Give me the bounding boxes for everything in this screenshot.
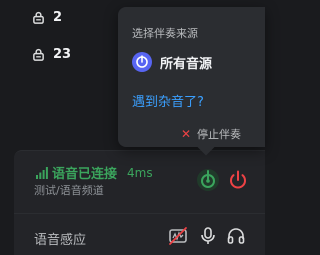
channel-path: 测试/语音频道 [34, 184, 104, 197]
list-item[interactable]: 23 [32, 47, 71, 62]
audio-source-icon [132, 52, 152, 72]
item-count: 2 [53, 10, 63, 25]
headphones-icon [227, 228, 245, 244]
microphone-icon [201, 227, 215, 244]
noise-help-link[interactable]: 遇到杂音了? [132, 91, 204, 110]
signal-icon [36, 166, 48, 179]
accompaniment-icon [197, 169, 219, 191]
microphone-toggle[interactable] [197, 225, 219, 247]
power-icon [230, 170, 246, 189]
stop-accompaniment-label: 停止伴奏 [197, 128, 241, 141]
list-item[interactable]: 2 [32, 10, 62, 25]
source-option-label: 所有音源 [160, 56, 213, 72]
connection-status-text: 语音已连接 [52, 167, 118, 182]
voice-panel: 语音已连接 4ms 测试/语音频道 语音感应 [14, 150, 265, 255]
disconnect-button[interactable] [225, 167, 251, 193]
ping-value: 4ms [127, 165, 153, 180]
accompaniment-source-popup: 选择伴奏来源 所有音源 遇到杂音了? ✕ 停止伴奏 [118, 7, 265, 147]
voice-connection-status: 语音已连接 4ms [36, 163, 153, 182]
divider [14, 213, 265, 214]
lock-icon [33, 11, 44, 24]
lock-icon [33, 48, 44, 61]
stop-accompaniment-button[interactable]: ✕ 停止伴奏 [181, 126, 241, 142]
popup-title: 选择伴奏来源 [132, 27, 198, 40]
headphones-toggle[interactable] [225, 225, 247, 247]
close-icon: ✕ [180, 127, 191, 141]
item-count: 23 [53, 47, 72, 62]
accompaniment-button[interactable] [195, 167, 221, 193]
source-option-all[interactable]: 所有音源 [132, 52, 212, 72]
noise-suppression-toggle[interactable] [167, 225, 189, 247]
noise-suppression-icon [169, 227, 187, 245]
voice-activity-label: 语音感应 [34, 233, 87, 248]
